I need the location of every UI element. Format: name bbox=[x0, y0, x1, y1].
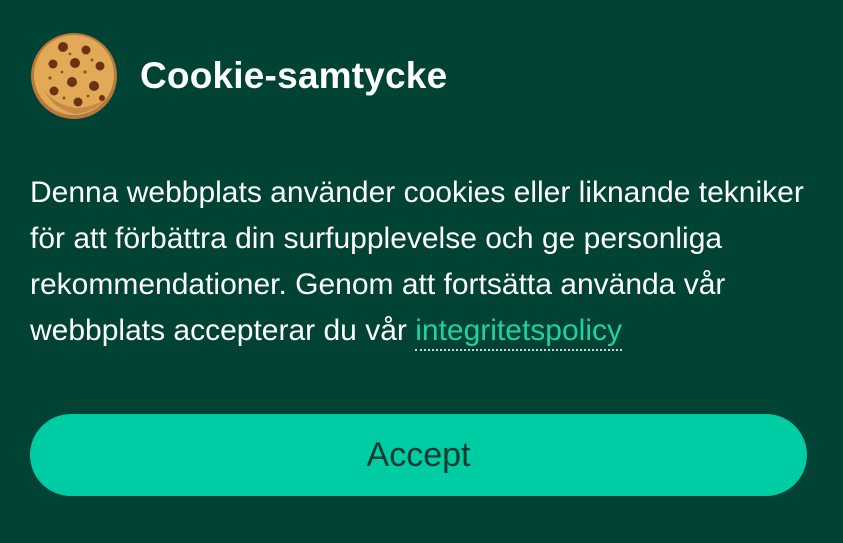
accept-button[interactable]: Accept bbox=[30, 414, 807, 496]
banner-title: Cookie-samtycke bbox=[140, 55, 448, 96]
banner-message: Denna webbplats använder cookies eller l… bbox=[30, 170, 810, 354]
cookie-icon bbox=[31, 33, 117, 119]
cookie-consent-banner: Cookie-samtycke Denna webbplats använder… bbox=[0, 0, 843, 543]
banner-header: Cookie-samtycke bbox=[30, 32, 447, 120]
privacy-policy-link[interactable]: integritetspolicy bbox=[415, 314, 622, 351]
